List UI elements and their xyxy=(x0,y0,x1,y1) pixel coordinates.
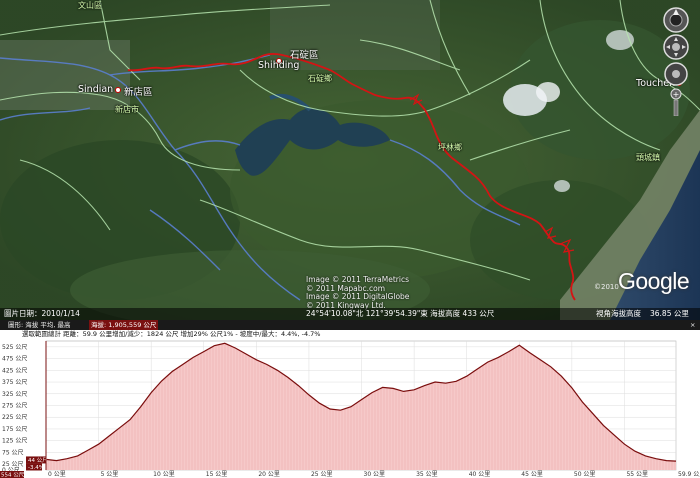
placemark-xindian-icon[interactable] xyxy=(115,87,121,93)
look-joystick-icon[interactable] xyxy=(663,34,689,60)
y-tick-label: 475 公尺 xyxy=(2,356,27,363)
navigation-controls: + xyxy=(654,6,698,116)
y-tick-label: 25 公尺 xyxy=(2,461,24,468)
zoom-slider[interactable]: + xyxy=(670,88,682,116)
elevation-profile-panel: 圖形: 海拔 平均, 最高 海拔: 1,905,559 公尺 × 選取範圍總計 … xyxy=(0,320,700,478)
x-tick-label: 25 公里 xyxy=(311,471,333,478)
image-date: 圖片日期：2010/1/14 xyxy=(4,309,80,318)
label-xindian-city: 新店市 xyxy=(115,105,139,114)
selection-stats: 選取範圍總計 距離：59.9 公里增加/減少：1824 公尺 增加29% 公尺1… xyxy=(0,330,700,339)
y-tick-label: 275 公尺 xyxy=(2,403,27,410)
x-tick-label: 15 公里 xyxy=(206,471,228,478)
y-tick-label: 525 公尺 xyxy=(2,344,27,351)
x-tick-label: 30 公里 xyxy=(364,471,386,478)
label-toucheng-cn: 頭城鎮 xyxy=(636,153,660,162)
y-tick-label: 425 公尺 xyxy=(2,367,27,374)
label-wenshan: 文山區 xyxy=(78,1,102,10)
google-logo: Google xyxy=(618,268,690,294)
move-joystick-icon[interactable] xyxy=(664,62,688,86)
satellite-imagery xyxy=(0,0,700,320)
cursor-value: 44 公尺 xyxy=(28,457,48,464)
eye-altitude-value: 36.85 公里 xyxy=(650,309,689,318)
label-shiding-town: 石碇鄉 xyxy=(308,74,332,83)
label-sindian-en: Sindian xyxy=(78,84,114,95)
x-tick-label: 50 公里 xyxy=(574,471,596,478)
x-tick-label: 55 公里 xyxy=(626,471,648,478)
compass-ring-icon[interactable] xyxy=(663,7,689,33)
cursor-grade: -3.4% xyxy=(28,465,44,471)
x-tick-label: 40 公里 xyxy=(469,471,491,478)
google-copyright: ©2010 xyxy=(594,283,619,291)
y-tick-label: 175 公尺 xyxy=(2,426,27,433)
label-shiding-en: Shihding xyxy=(258,60,300,71)
x-tick-label: 59.9 公里 xyxy=(678,471,700,478)
close-icon[interactable]: × xyxy=(690,320,695,330)
elevation-header-highlight[interactable]: 海拔: 1,905,559 公尺 xyxy=(89,320,159,330)
imagery-credits: Image © 2011 TerraMetrics © 2011 Mapabc.… xyxy=(306,275,409,310)
x-tick-label: 35 公里 xyxy=(416,471,438,478)
elevation-header: 圖形: 海拔 平均, 最高 海拔: 1,905,559 公尺 × xyxy=(0,320,700,330)
label-shiding-cn: 石碇區 xyxy=(290,50,319,61)
bottom-left-value: 554 公尺 xyxy=(1,472,25,478)
y-tick-label: 75 公尺 xyxy=(2,449,24,456)
label-pinglin: 坪林鄉 xyxy=(438,143,462,152)
pointer-coordinates: 24°54'10.08"北 121°39'54.39"東 海拔高度 433 公尺 xyxy=(306,309,495,318)
selection-stats-text: 選取範圍總計 距離：59.9 公里增加/減少：1824 公尺 增加29% 公尺1… xyxy=(22,330,321,338)
y-tick-label: 375 公尺 xyxy=(2,379,27,386)
map-view[interactable]: 文山區 石碇區 Shihding 石碇鄉 Sindian 新店區 新店市 坪林鄉… xyxy=(0,0,700,320)
x-tick-label: 20 公里 xyxy=(258,471,280,478)
y-tick-label: 325 公尺 xyxy=(2,391,27,398)
x-tick-label: 0 公里 xyxy=(48,471,66,478)
elevation-header-prefix: 圖形: 海拔 平均, 最高 xyxy=(8,321,71,329)
y-tick-label: 225 公尺 xyxy=(2,414,27,421)
x-tick-label: 5 公里 xyxy=(101,471,119,478)
x-tick-label: 10 公里 xyxy=(153,471,175,478)
label-xindian-cn: 新店區 xyxy=(124,87,153,98)
eye-altitude-label: 視角海拔高度 xyxy=(596,309,641,318)
x-tick-label: 45 公里 xyxy=(521,471,543,478)
y-tick-label: 125 公尺 xyxy=(2,438,27,445)
elevation-chart[interactable]: 0 公尺25 公尺75 公尺125 公尺175 公尺225 公尺275 公尺32… xyxy=(0,339,700,478)
svg-text:+: + xyxy=(673,90,680,99)
status-bar: 圖片日期：2010/1/14 24°54'10.08"北 121°39'54.3… xyxy=(0,308,700,320)
